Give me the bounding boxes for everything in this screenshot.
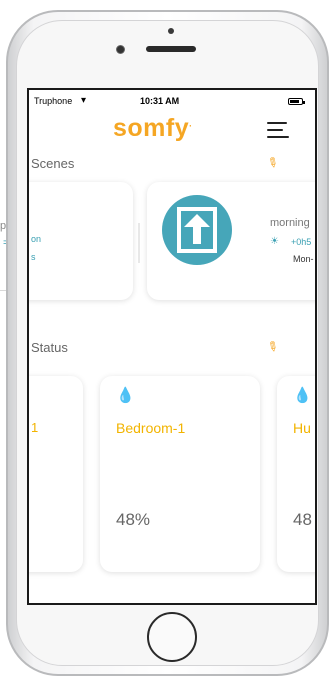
status-time: 10:31 AM	[140, 96, 180, 106]
home-button[interactable]	[147, 612, 197, 662]
humidity-value: 48%	[116, 510, 151, 529]
water-drop-icon: 💧	[116, 387, 135, 404]
status-card-bedroom[interactable]: 💧 Bedroom-1 48%	[100, 376, 260, 572]
front-camera	[116, 45, 125, 54]
somfy-logo: somfy.	[113, 114, 193, 142]
status-card-name: Hu	[293, 420, 311, 436]
status-card-name: 1	[31, 420, 39, 435]
sunrise-icon: ☀	[270, 236, 279, 247]
wifi-icon: ▾	[81, 95, 87, 106]
water-drop-icon: 💧	[293, 387, 312, 404]
card-scroll-indicator	[138, 223, 140, 263]
battery-icon	[288, 98, 305, 105]
scenes-section-title: Scenes	[31, 156, 75, 171]
scene-offset: +0h5	[291, 237, 312, 247]
humidity-value: 48	[293, 510, 312, 529]
scene-days: Mon-	[293, 254, 314, 264]
scene-card[interactable]: on s	[29, 182, 133, 300]
hamburger-menu-icon[interactable]	[267, 122, 289, 140]
proximity-sensor	[168, 28, 174, 34]
status-bar: Truphone ▾ 10:31 AM	[29, 95, 315, 110]
status-card-name: Bedroom-1	[116, 420, 186, 436]
scene-card-text: s	[31, 252, 36, 262]
status-card[interactable]: 1	[29, 376, 83, 572]
up-arrow-icon	[184, 214, 210, 227]
pin-icon[interactable]: ✎	[263, 153, 282, 172]
status-section-title: Status	[31, 340, 68, 355]
earpiece-speaker	[146, 46, 196, 52]
status-card[interactable]: 💧 Hu 48	[277, 376, 315, 572]
scene-name: morning	[270, 217, 310, 229]
pin-icon[interactable]: ✎	[263, 337, 282, 356]
scene-card-text: on	[31, 234, 42, 244]
app-screen: Truphone ▾ 10:31 AM somfy. Scenes ✎ on s…	[27, 88, 317, 605]
up-arrow-stem	[193, 227, 201, 244]
carrier-name: Truphone	[34, 96, 73, 106]
